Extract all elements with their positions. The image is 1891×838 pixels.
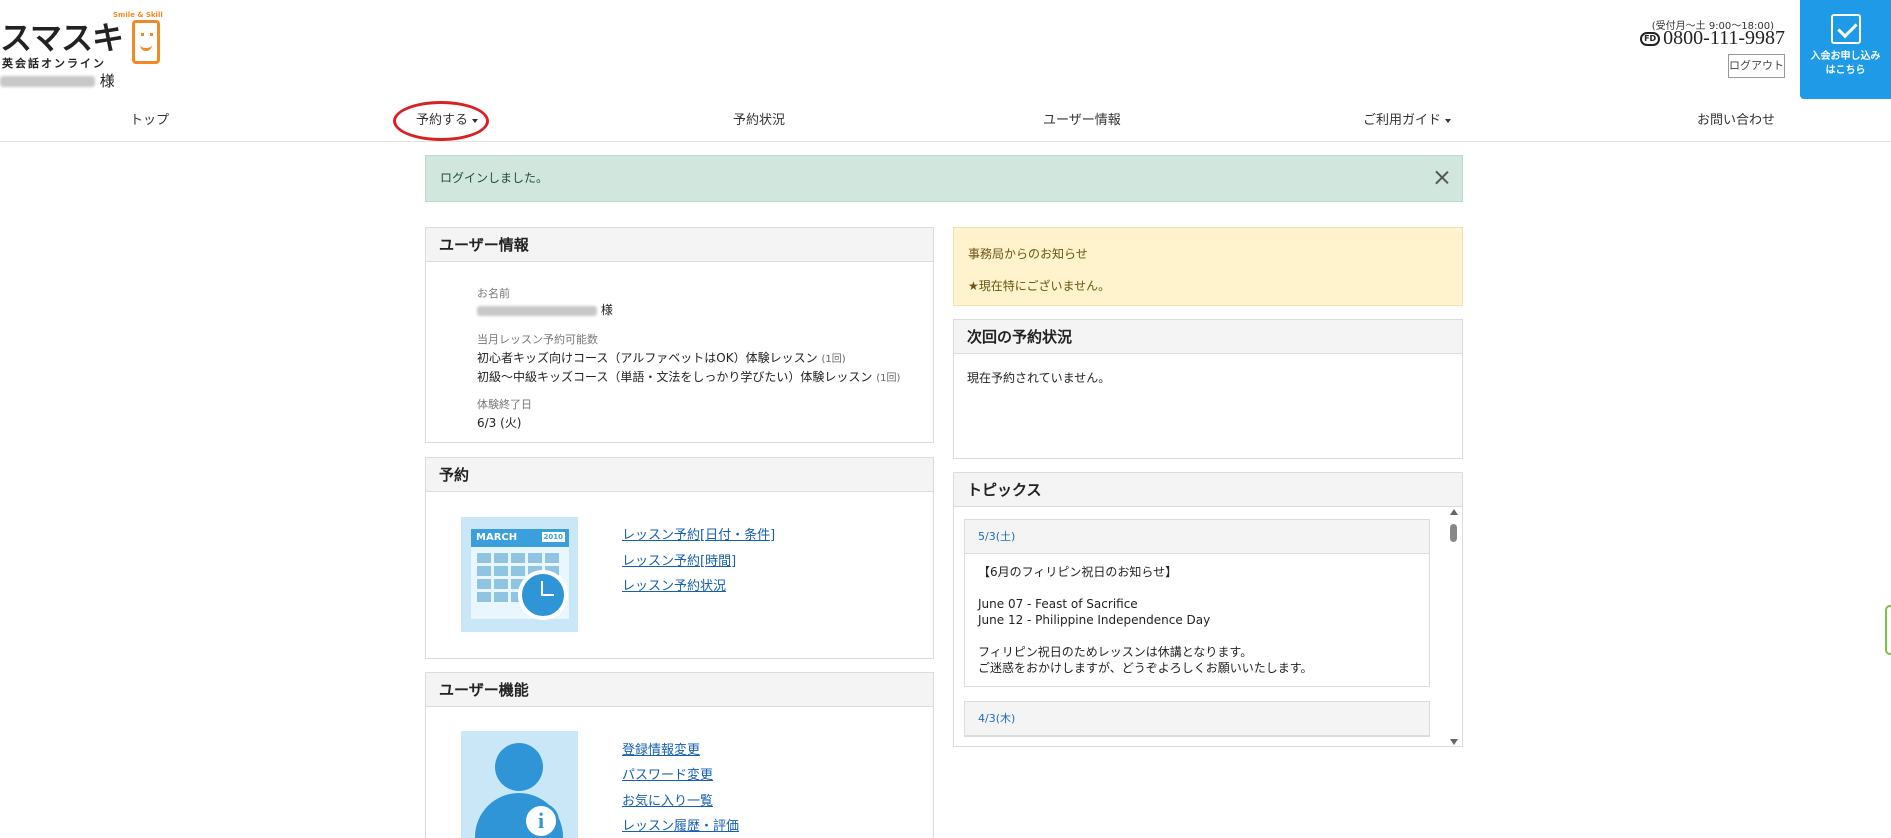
change-password-link[interactable]: パスワード変更 <box>622 764 713 783</box>
username-suffix: 様 <box>99 72 115 90</box>
next-reservation-card: 次回の予約状況 現在予約されていません。 <box>953 319 1463 459</box>
calendar-month-text: MARCH <box>476 532 518 543</box>
favorites-link[interactable]: お気に入り一覧 <box>622 790 713 809</box>
next-reservation-title: 次回の予約状況 <box>954 320 1462 354</box>
edit-registration-link[interactable]: 登録情報変更 <box>622 739 700 758</box>
phone-number: FD 0800-111-9987 <box>1640 27 1785 50</box>
lesson-name: 初級〜中級キッズコース（単語・文法をしっかり学びたい）体験レッスン <box>477 370 873 384</box>
logout-button[interactable]: ログアウト <box>1728 54 1785 78</box>
highlight-annotation <box>393 101 489 141</box>
scroll-thumb[interactable] <box>1450 524 1457 542</box>
topic-date: 5/3(土) <box>965 520 1429 554</box>
alert-message: ログインしました。 <box>440 171 549 185</box>
clock-icon <box>518 570 568 620</box>
calendar-icon: MARCH 2010 <box>461 517 578 632</box>
topic-content: 【6月のフィリピン祝日のお知らせ】 June 07 - Feast of Sac… <box>965 554 1429 686</box>
topics-scroll-area[interactable]: 5/3(土) 【6月のフィリピン祝日のお知らせ】 June 07 - Feast… <box>964 509 1450 745</box>
logo-tagline: Smile & Skill <box>113 11 163 19</box>
free-dial-icon: FD <box>1640 31 1661 46</box>
side-widget-tab[interactable] <box>1885 605 1891 655</box>
logo-brand: スマスキ <box>0 19 124 57</box>
topic-line: ご迷惑をおかけしますが、どうぞよろしくお願いいたします。 <box>978 661 1313 675</box>
main-nav: トップ 予約する 予約状況 ユーザー情報 ご利用ガイド お問い合わせ <box>0 99 1891 142</box>
nav-label: ご利用ガイド <box>1363 113 1442 128</box>
smile-face-icon <box>132 20 160 64</box>
info-icon: i <box>523 803 559 838</box>
lessons-label: 当月レッスン予約可能数 <box>477 333 598 346</box>
topic-date: 4/3(木) <box>965 702 1429 736</box>
calendar-year: 2010 <box>541 532 565 542</box>
nav-item-user-info[interactable]: ユーザー情報 <box>1043 109 1121 128</box>
reserve-by-time-link[interactable]: レッスン予約[時間] <box>622 550 736 569</box>
reservation-status-link[interactable]: レッスン予約状況 <box>622 575 726 594</box>
next-reservation-message: 現在予約されていません。 <box>967 371 1111 385</box>
topic-line: June 12 - Philippine Independence Day <box>978 613 1211 627</box>
scroll-up-icon[interactable] <box>1450 509 1458 515</box>
redacted-name <box>0 76 95 87</box>
user-info-title: ユーザー情報 <box>426 228 933 262</box>
caret-down-icon <box>1445 118 1452 123</box>
lesson-count: (1回) <box>821 354 846 365</box>
login-alert: ログインしました。 <box>425 155 1463 202</box>
topics-title: トピックス <box>954 473 1462 507</box>
nav-label: ユーザー情報 <box>1043 113 1121 128</box>
calendar-month: MARCH 2010 <box>471 529 569 547</box>
topic-line: フィリピン祝日のためレッスンは休講となります。 <box>978 645 1253 659</box>
user-info-icon: i <box>461 731 578 838</box>
scroll-down-icon[interactable] <box>1450 739 1458 745</box>
reserve-by-date-link[interactable]: レッスン予約[日付・条件] <box>622 524 775 543</box>
trial-end-value: 6/3 (火) <box>477 416 522 430</box>
site-logo[interactable]: Smile & Skill スマスキ 英会話オンライン <box>0 8 165 70</box>
topics-scrollbar[interactable] <box>1449 509 1459 745</box>
reservation-title: 予約 <box>426 458 933 492</box>
nav-item-guide[interactable]: ご利用ガイド <box>1363 109 1452 128</box>
user-info-card: ユーザー情報 お名前 様 当月レッスン予約可能数 初心者キッズ向けコース（アルフ… <box>425 227 934 443</box>
user-head-shape <box>495 743 543 791</box>
logo-subtitle: 英会話オンライン <box>2 57 106 70</box>
lesson-count: (1回) <box>876 373 901 384</box>
lesson-item: 初級〜中級キッズコース（単語・文法をしっかり学びたい）体験レッスン (1回) <box>477 368 900 385</box>
redacted-name <box>477 305 597 316</box>
topic-item: 4/3(木) <box>964 701 1430 737</box>
trial-end-label: 体験終了日 <box>477 398 532 411</box>
username: 様 <box>0 70 115 91</box>
office-notice: 事務局からのお知らせ ★現在特にございません。 <box>953 227 1463 306</box>
join-label: 入会お申し込みはこちら <box>1810 51 1881 76</box>
nav-label: トップ <box>130 113 170 128</box>
nav-item-contact[interactable]: お問い合わせ <box>1697 109 1775 128</box>
phone-number-text: 0800-111-9987 <box>1663 27 1785 49</box>
close-icon[interactable] <box>1432 168 1452 188</box>
lesson-item: 初心者キッズ向けコース（アルファベットはOK）体験レッスン (1回) <box>477 349 846 366</box>
lesson-history-link[interactable]: レッスン履歴・評価 <box>622 815 739 834</box>
name-label: お名前 <box>477 287 510 300</box>
notice-message: ★現在特にございません。 <box>968 279 1111 293</box>
nav-label: お問い合わせ <box>1697 113 1776 128</box>
topic-line <box>978 628 1416 644</box>
user-functions-title: ユーザー機能 <box>426 673 933 707</box>
topics-card: トピックス 5/3(土) 【6月のフィリピン祝日のお知らせ】 June 07 -… <box>953 472 1463 747</box>
user-functions-card: ユーザー機能 i 登録情報変更 パスワード変更 お気に入り一覧 レッスン履歴・評… <box>425 672 934 838</box>
name-suffix: 様 <box>600 303 613 317</box>
nav-item-top[interactable]: トップ <box>130 109 169 128</box>
notice-title: 事務局からのお知らせ <box>968 247 1088 261</box>
join-button[interactable]: 入会お申し込みはこちら <box>1800 0 1891 99</box>
checkbox-icon <box>1830 14 1861 44</box>
nav-item-reservation-status[interactable]: 予約状況 <box>733 109 785 128</box>
topic-line <box>978 580 1416 596</box>
topic-line: June 07 - Feast of Sacrifice <box>978 597 1138 611</box>
topic-line: 【6月のフィリピン祝日のお知らせ】 <box>978 565 1178 579</box>
topic-item: 5/3(土) 【6月のフィリピン祝日のお知らせ】 June 07 - Feast… <box>964 519 1430 687</box>
nav-label: 予約状況 <box>733 113 786 128</box>
lesson-name: 初心者キッズ向けコース（アルファベットはOK）体験レッスン <box>477 351 818 365</box>
name-value: 様 <box>477 301 613 318</box>
reservation-card: 予約 MARCH 2010 レッスン予約[日付・条件] レッスン予約[時間] レッ… <box>425 457 934 659</box>
